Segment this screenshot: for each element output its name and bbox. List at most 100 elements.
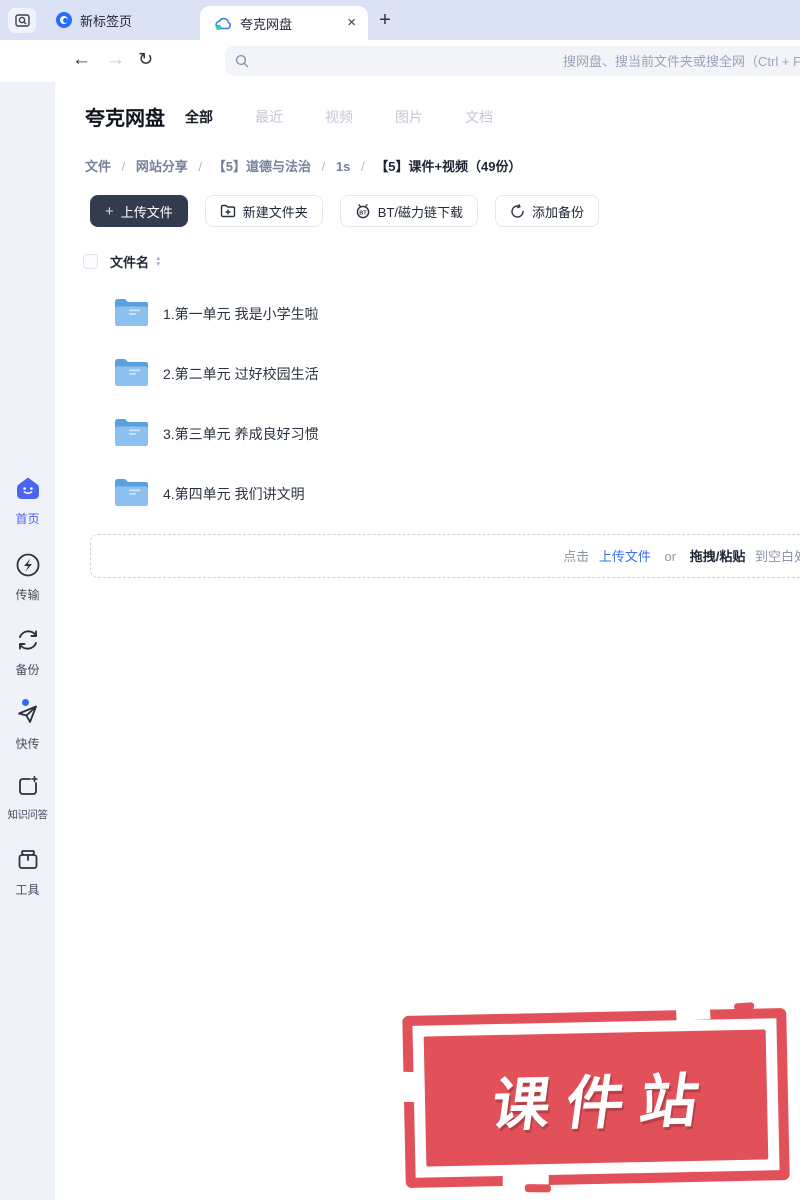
sort-toggle[interactable]: ▲ ▼	[155, 256, 161, 267]
sidebar-item-transfer[interactable]: 传输	[0, 552, 55, 603]
sidebar-item-backup[interactable]: 备份	[0, 627, 55, 678]
bt-magnet-download-button[interactable]: BT BT/磁力链下载	[339, 195, 479, 227]
breadcrumb-site-share[interactable]: 网站分享	[136, 159, 188, 174]
filename-column-header: 文件名	[110, 255, 150, 270]
browser-tab-bar: 新标签页 夸克网盘 × +	[0, 0, 800, 40]
browser-toolbar: ← → ↻	[0, 40, 800, 82]
folder-icon	[113, 357, 150, 393]
breadcrumb: 文件 / 网站分享 / 【5】道德与法治 / 1s / 【5】课件+视频（49份…	[85, 156, 522, 175]
qa-icon	[15, 773, 41, 799]
breadcrumb-separator: /	[321, 159, 326, 174]
upload-hint: 点击 上传文件 or 拖拽/粘贴 到空白处	[563, 535, 800, 579]
stamp-texture	[676, 1006, 712, 1021]
file-name: 4.第四单元 我们讲文明	[163, 486, 305, 502]
browser-tab-quark-drive[interactable]: 夸克网盘 ×	[200, 6, 368, 40]
quick-send-icon	[15, 699, 41, 727]
tab-recent[interactable]: 最近	[255, 107, 283, 127]
breadcrumb-separator: /	[198, 159, 203, 174]
tab-all[interactable]: 全部	[185, 107, 213, 127]
file-name: 3.第三单元 养成良好习惯	[163, 426, 319, 442]
folder-icon	[113, 477, 150, 513]
tab-title: 夸克网盘	[240, 16, 293, 32]
tab-close-icon[interactable]: ×	[347, 14, 356, 31]
search-icon	[235, 54, 249, 68]
bt-download-label: BT/磁力链下载	[377, 204, 464, 220]
file-list-header: 文件名 ▲ ▼	[83, 252, 161, 271]
back-icon[interactable]: ←	[72, 49, 91, 71]
hint-or: or	[664, 549, 677, 564]
sort-down-icon: ▼	[155, 260, 162, 268]
transfer-icon	[15, 552, 41, 578]
file-name: 1.第一单元 我是小学生啦	[163, 306, 319, 322]
breadcrumb-morality-law[interactable]: 【5】道德与法治	[213, 159, 311, 174]
sidebar-item-home[interactable]: 首页	[0, 476, 55, 527]
stamp-body: 课件站	[423, 1029, 769, 1167]
sidebar-item-label: 备份	[15, 663, 40, 677]
search-bar[interactable]	[225, 46, 800, 76]
upload-file-link[interactable]: 上传文件	[599, 549, 651, 564]
sidebar-item-label: 快传	[15, 737, 40, 751]
sidebar-item-tools[interactable]: 工具	[0, 847, 55, 898]
folder-icon	[113, 417, 150, 453]
refresh-icon[interactable]: ↻	[138, 49, 153, 70]
tab-search-button[interactable]	[8, 8, 36, 33]
new-tab-button[interactable]: +	[372, 6, 398, 34]
stamp-frame: 课件站	[401, 1002, 790, 1193]
sidebar: 首页 传输 备份 快传 知识问答 工具	[0, 82, 55, 1200]
home-icon	[15, 476, 41, 502]
search-input[interactable]	[255, 46, 800, 76]
breadcrumb-1s[interactable]: 1s	[336, 159, 350, 174]
tab-images[interactable]: 图片	[395, 107, 423, 127]
plus-icon: +	[105, 202, 114, 220]
upload-file-label: 上传文件	[120, 204, 173, 220]
breadcrumb-current: 【5】课件+视频（49份）	[375, 159, 522, 174]
file-row[interactable]: 1.第一单元 我是小学生啦	[55, 283, 800, 343]
hint-drag-paste: 拖拽/粘贴	[689, 549, 746, 564]
backup-icon	[15, 627, 41, 653]
breadcrumb-separator: /	[360, 159, 365, 174]
file-row[interactable]: 4.第四单元 我们讲文明	[55, 463, 800, 523]
select-all-checkbox[interactable]	[83, 254, 98, 269]
new-folder-button[interactable]: 新建文件夹	[204, 195, 323, 227]
new-folder-label: 新建文件夹	[242, 204, 308, 220]
add-backup-label: 添加备份	[532, 204, 585, 220]
file-name: 2.第二单元 过好校园生活	[163, 366, 319, 382]
sidebar-item-knowledge-qa[interactable]: 知识问答	[0, 773, 55, 822]
breadcrumb-separator: /	[121, 159, 126, 174]
file-row[interactable]: 3.第三单元 养成良好习惯	[55, 403, 800, 463]
upload-drop-zone[interactable]: 点击 上传文件 or 拖拽/粘贴 到空白处	[90, 534, 800, 578]
sidebar-item-label: 工具	[15, 883, 40, 897]
svg-text:BT: BT	[359, 210, 367, 216]
sidebar-item-label: 传输	[15, 588, 40, 602]
stamp-texture	[401, 1071, 416, 1102]
hint-click: 点击	[563, 549, 590, 564]
tab-title: 新标签页	[80, 13, 133, 29]
watermark-stamp: 课件站	[401, 1002, 790, 1193]
folder-icon	[113, 297, 150, 333]
stamp-texture	[525, 1184, 552, 1193]
sidebar-item-label: 首页	[15, 512, 40, 526]
quark-drive-window: 新标签页 夸克网盘 × + ← → ↻ 搜网盘、搜当前文件夹或搜全网（Ctrl …	[0, 0, 800, 1200]
action-buttons: + 上传文件 新建文件夹 BT BT/磁力链下载 添加备份	[90, 195, 600, 227]
breadcrumb-files[interactable]: 文件	[85, 159, 111, 174]
forward-icon: →	[106, 49, 125, 70]
notification-dot	[21, 699, 29, 706]
cloud-icon	[215, 17, 231, 30]
stamp-text: 课件站	[487, 1068, 719, 1139]
tab-search-icon	[14, 14, 30, 27]
tab-documents[interactable]: 文档	[465, 107, 493, 127]
quark-logo-icon	[56, 12, 72, 28]
tools-icon	[15, 847, 41, 873]
upload-file-button[interactable]: + 上传文件	[90, 195, 188, 227]
file-row[interactable]: 2.第二单元 过好校园生活	[55, 343, 800, 403]
bt-icon: BT	[355, 203, 371, 219]
tab-videos[interactable]: 视频	[325, 107, 353, 127]
sidebar-item-quick-send[interactable]: 快传	[0, 699, 55, 752]
page-title: 夸克网盘	[85, 108, 165, 130]
filter-tabs: 全部 最近 视频 图片 文档	[185, 107, 493, 127]
sidebar-item-label: 知识问答	[7, 809, 49, 821]
hint-target: 到空白处	[754, 549, 800, 564]
browser-tab-newtab[interactable]: 新标签页	[44, 0, 194, 40]
backup-circle-icon	[510, 203, 525, 219]
add-backup-button[interactable]: 添加备份	[495, 195, 600, 227]
